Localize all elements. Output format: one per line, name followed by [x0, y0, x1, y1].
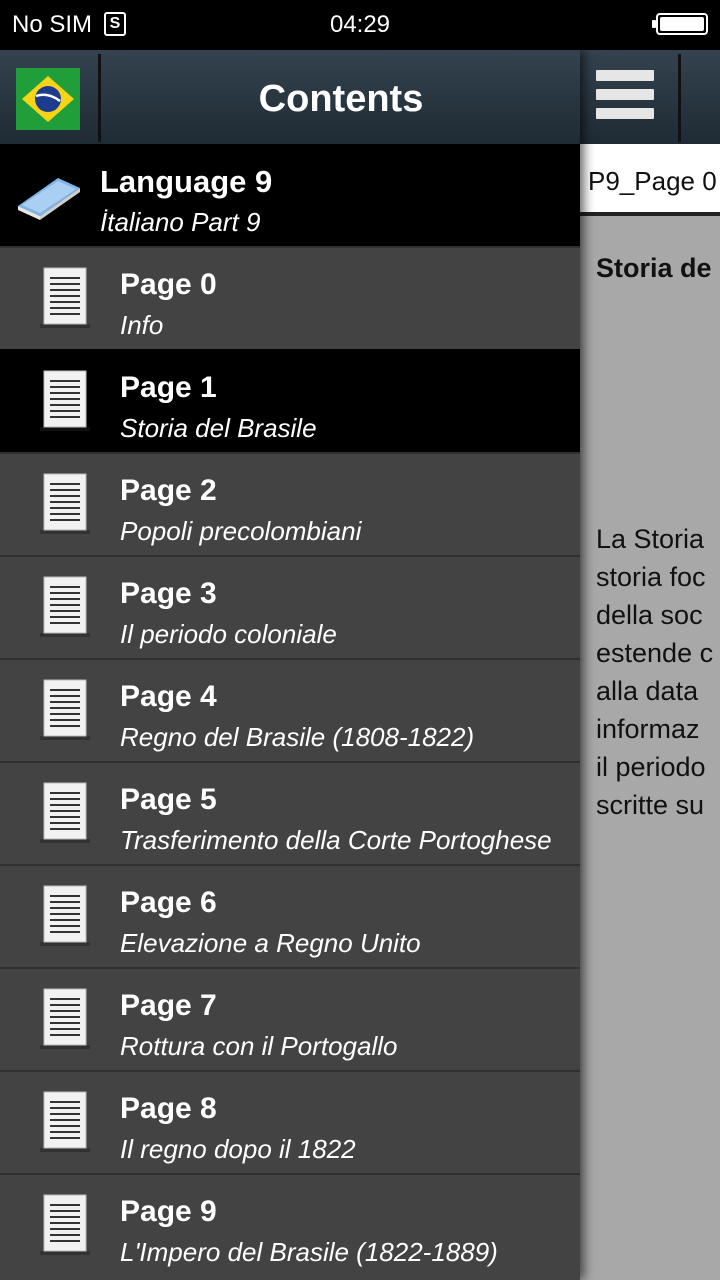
page-id-field[interactable]: P9_Page 0 — [580, 144, 720, 216]
document-icon — [36, 987, 94, 1051]
status-bar: No SIM S 04:29 — [0, 0, 720, 50]
main-toolbar — [580, 50, 720, 144]
page-item-subtitle: Il periodo coloniale — [120, 619, 337, 649]
drawer-title: Contents — [258, 78, 424, 120]
document-icon — [36, 266, 94, 330]
language-title: Language 9 — [100, 164, 273, 199]
page-list-item[interactable]: Page 6 Elevazione a Regno Unito — [0, 864, 580, 967]
page-item-title: Page 7 — [120, 989, 217, 1022]
page-item-title: Page 8 — [120, 1092, 217, 1125]
header-divider — [98, 54, 101, 142]
page-item-title: Page 5 — [120, 783, 217, 816]
page-item-subtitle: Rottura con il Portogallo — [120, 1031, 398, 1061]
page-item-subtitle: Popoli precolombiani — [120, 516, 362, 546]
page-list-item[interactable]: Page 0 Info — [0, 246, 580, 349]
page-item-subtitle: Il regno dopo il 1822 — [120, 1134, 356, 1164]
page-list-item[interactable]: Page 8 Il regno dopo il 1822 — [0, 1070, 580, 1173]
page-item-title: Page 4 — [120, 680, 217, 713]
document-icon — [36, 781, 94, 845]
page-item-title: Page 6 — [120, 886, 217, 919]
article-line: estende c — [596, 638, 714, 668]
toolbar-divider — [678, 54, 681, 142]
brazil-flag-icon[interactable] — [16, 68, 80, 130]
page-list-item[interactable]: Page 9 L'Impero del Brasile (1822-1889) — [0, 1173, 580, 1276]
article-line: storia foc — [596, 562, 706, 592]
navigation-drawer: Contents Language 9 İtaliano Part 9 Page… — [0, 50, 580, 1280]
page-list-item[interactable]: Page 4 Regno del Brasile (1808-1822) — [0, 658, 580, 761]
drawer-header: Contents — [0, 50, 580, 144]
page-list-item[interactable]: Page 1 Storia del Brasile — [0, 349, 580, 452]
page-list-item[interactable]: Page 7 Rottura con il Portogallo — [0, 967, 580, 1070]
document-icon — [36, 678, 94, 742]
article-line: il periodo — [596, 752, 706, 782]
page-item-subtitle: Storia del Brasile — [120, 413, 317, 443]
document-icon — [36, 575, 94, 639]
document-icon — [36, 472, 94, 536]
language-subtitle: İtaliano Part 9 — [100, 207, 261, 237]
book-icon — [18, 178, 80, 220]
document-icon — [36, 1193, 94, 1257]
article-heading: Storia de — [596, 253, 712, 283]
page-item-title: Page 9 — [120, 1195, 217, 1228]
article-line: scritte su — [596, 790, 705, 820]
page-item-title: Page 3 — [120, 577, 217, 610]
hamburger-menu-icon[interactable] — [596, 70, 658, 126]
page-item-subtitle: L'Impero del Brasile (1822-1889) — [120, 1237, 498, 1267]
language-row[interactable]: Language 9 İtaliano Part 9 — [0, 144, 580, 246]
page-item-title: Page 1 — [120, 371, 217, 404]
page-list-item[interactable]: Page 3 Il periodo coloniale — [0, 555, 580, 658]
article-line: alla data — [596, 676, 699, 706]
page-item-title: Page 2 — [120, 474, 217, 507]
page-item-subtitle: Regno del Brasile (1808-1822) — [120, 722, 475, 752]
document-icon — [36, 1090, 94, 1154]
page-item-subtitle: Trasferimento della Corte Portoghese — [120, 825, 552, 855]
page-id-value: P9_Page 0 — [588, 166, 717, 196]
article-body: La Storia storia foc della soc estende c all… — [596, 520, 713, 824]
page-list-item[interactable]: Page 2 Popoli precolombiani — [0, 452, 580, 555]
main-pane: P9_Page 0 Storia de La Storia storia foc d… — [580, 50, 720, 1280]
battery-icon — [652, 13, 708, 35]
document-icon — [36, 884, 94, 948]
page-item-subtitle: Elevazione a Regno Unito — [120, 928, 421, 958]
page-list: Page 0 Info Page 1 Storia del Brasile Page 2… — [0, 246, 580, 1276]
page-item-subtitle: Info — [120, 310, 164, 340]
battery-level — [660, 17, 704, 31]
page-list-item[interactable]: Page 5 Trasferimento della Corte Portoghe… — [0, 761, 580, 864]
page-item-title: Page 0 — [120, 268, 217, 301]
article-line: della soc — [596, 600, 703, 630]
article-line: informaz — [596, 714, 700, 744]
clock: 04:29 — [329, 11, 391, 38]
document-icon — [36, 369, 94, 433]
article-line: La Storia — [596, 524, 705, 554]
